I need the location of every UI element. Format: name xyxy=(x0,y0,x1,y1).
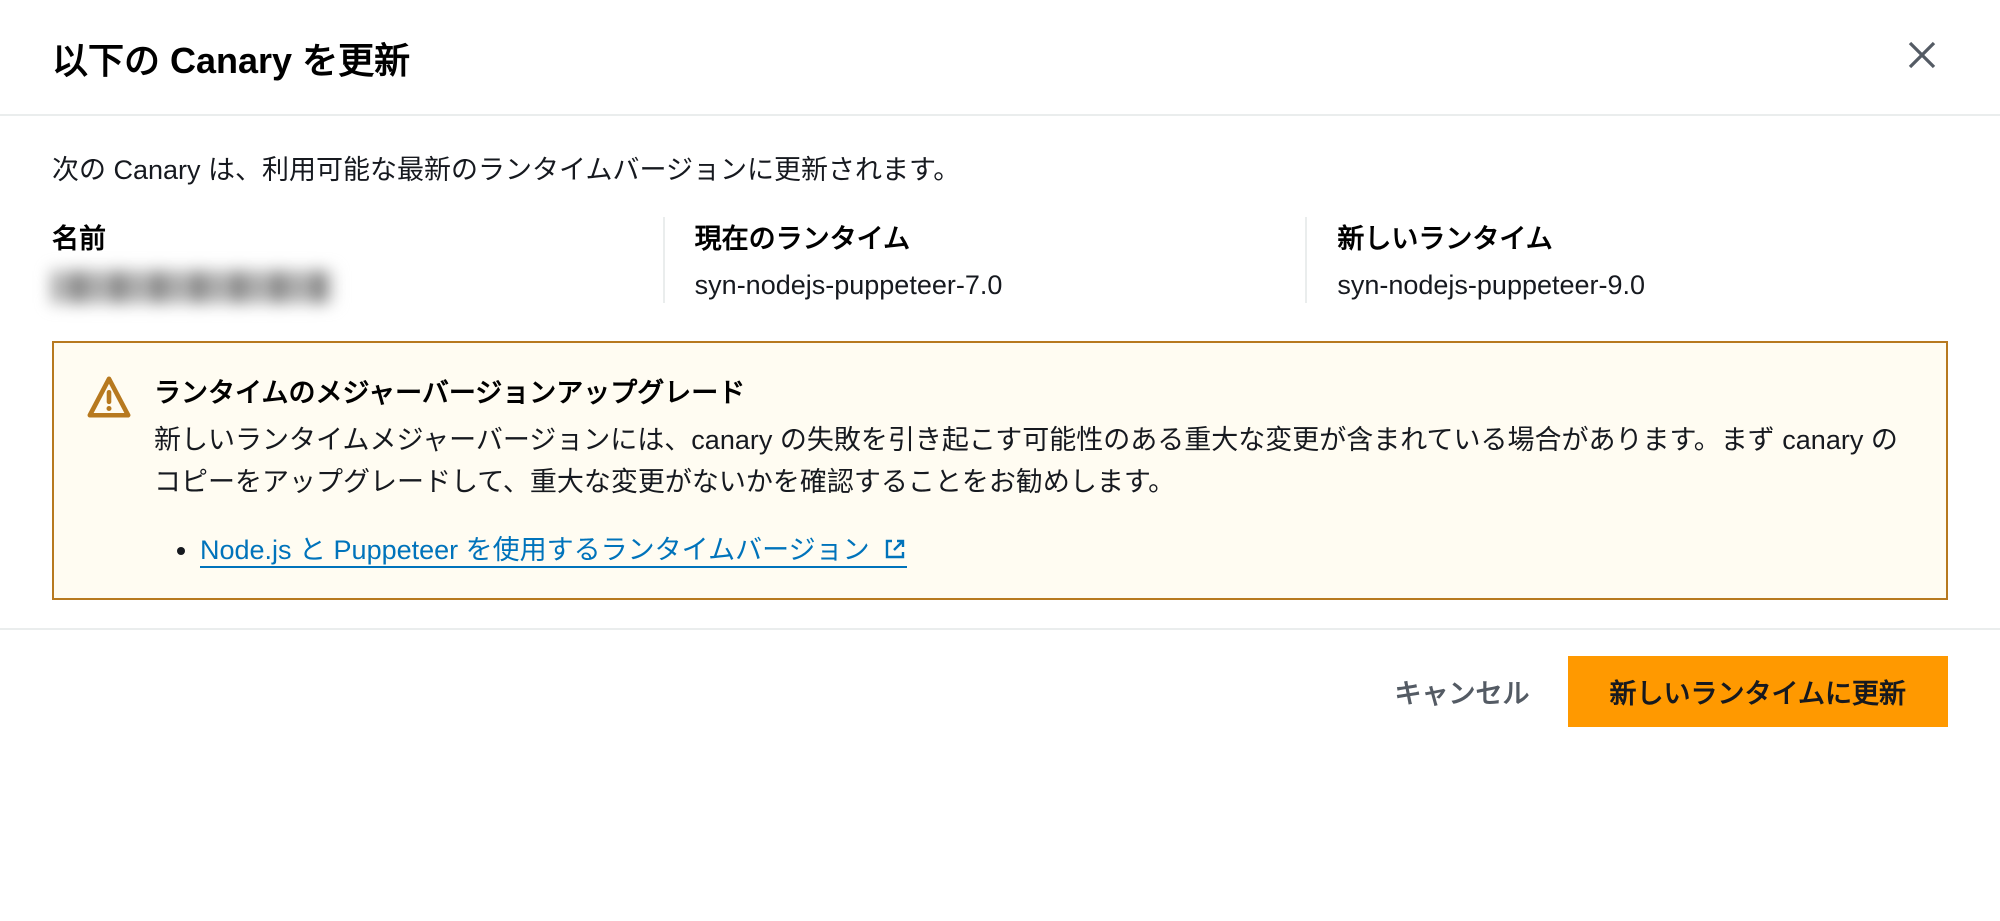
cancel-button[interactable]: キャンセル xyxy=(1387,660,1538,723)
update-canary-modal: 以下の Canary を更新 次の Canary は、利用可能な最新のランタイム… xyxy=(0,0,2000,753)
runtime-docs-link[interactable]: Node.js と Puppeteer を使用するランタイムバージョン xyxy=(200,535,907,568)
alert-link-list: Node.js と Puppeteer を使用するランタイムバージョン xyxy=(154,528,1914,568)
modal-title: 以下の Canary を更新 xyxy=(52,32,410,84)
warning-icon xyxy=(86,375,132,421)
modal-header: 以下の Canary を更新 xyxy=(0,0,2000,116)
column-name: 名前 xyxy=(52,217,663,303)
column-current-header: 現在のランタイム xyxy=(695,217,1276,256)
intro-text: 次の Canary は、利用可能な最新のランタイムバージョンに更新されます。 xyxy=(52,148,1948,187)
column-current-value: syn-nodejs-puppeteer-7.0 xyxy=(695,270,1276,301)
column-current-runtime: 現在のランタイム syn-nodejs-puppeteer-7.0 xyxy=(663,217,1306,303)
runtime-docs-link-text: Node.js と Puppeteer を使用するランタイムバージョン xyxy=(200,535,877,565)
alert-content: ランタイムのメジャーバージョンアップグレード 新しいランタイムメジャーバージョン… xyxy=(154,371,1914,568)
runtime-columns: 名前 現在のランタイム syn-nodejs-puppeteer-7.0 新しい… xyxy=(52,217,1948,303)
warning-alert: ランタイムのメジャーバージョンアップグレード 新しいランタイムメジャーバージョン… xyxy=(52,341,1948,600)
external-link-icon xyxy=(883,537,907,568)
update-runtime-button[interactable]: 新しいランタイムに更新 xyxy=(1568,656,1948,727)
canary-name-redacted xyxy=(52,271,332,303)
modal-footer: キャンセル 新しいランタイムに更新 xyxy=(0,628,2000,753)
close-icon xyxy=(1904,35,1940,82)
column-name-header: 名前 xyxy=(52,217,633,256)
column-new-header: 新しいランタイム xyxy=(1337,217,1918,256)
alert-text: 新しいランタイムメジャーバージョンには、canary の失敗を引き起こす可能性の… xyxy=(154,420,1914,504)
column-name-value xyxy=(52,270,633,303)
close-button[interactable] xyxy=(1896,37,1948,80)
modal-body: 次の Canary は、利用可能な最新のランタイムバージョンに更新されます。 名… xyxy=(0,116,2000,628)
column-new-runtime: 新しいランタイム syn-nodejs-puppeteer-9.0 xyxy=(1305,217,1948,303)
alert-title: ランタイムのメジャーバージョンアップグレード xyxy=(154,371,1914,410)
list-item: Node.js と Puppeteer を使用するランタイムバージョン xyxy=(200,528,1914,568)
column-new-value: syn-nodejs-puppeteer-9.0 xyxy=(1337,270,1918,301)
